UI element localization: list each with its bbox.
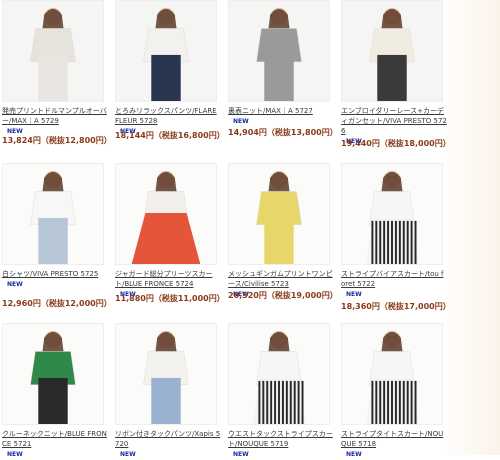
product-name: 裏表ニット/MAX｜A 5727 [228, 107, 313, 115]
product-price: 14,904円（税抜13,800円） [228, 128, 338, 137]
product-price: 20,520円（税抜19,000円） [228, 291, 338, 300]
model-image [342, 324, 442, 424]
model-image [116, 1, 216, 101]
product-price: 11,880円（税抜11,000円） [115, 294, 225, 303]
product-name: 白シャツ/VIVA PRESTO 5725 [2, 270, 99, 278]
model-image [116, 164, 216, 264]
product-name-link[interactable]: 裏表ニット/MAX｜A 5727 NEW [228, 106, 334, 127]
product-grid: 発売プリントドルマンプルオーバー/MAX｜A 5729 NEW 13,824円（… [0, 0, 500, 458]
product-photo[interactable] [341, 0, 443, 102]
product-name: 発売プリントドルマンプルオーバー/MAX｜A 5729 [2, 107, 107, 125]
product-photo[interactable] [228, 323, 330, 425]
product-name: ウエストタックストライプスカート/NOUQUE 5719 [228, 430, 333, 448]
model-image [229, 1, 329, 101]
model-image [3, 164, 103, 264]
product-photo[interactable] [2, 163, 104, 265]
new-badge: NEW [233, 118, 249, 125]
product-name: エンブロイダリーレース+カーディガンセット/VIVA PRESTO 5726 [341, 107, 447, 135]
new-badge: NEW [346, 451, 362, 458]
product-photo[interactable] [341, 163, 443, 265]
product-name: ジャガード総分プリーツスカート/BLUE FRONCE 5724 [115, 270, 213, 288]
model-image [342, 164, 442, 264]
product-photo[interactable] [2, 0, 104, 102]
new-badge: NEW [346, 291, 362, 298]
model-image [229, 164, 329, 264]
product-name: ストライプタイトスカート/NOUQUE 5718 [341, 430, 444, 448]
background-fade [440, 0, 500, 455]
model-image [342, 1, 442, 101]
new-badge: NEW [120, 451, 136, 458]
product-name-link[interactable]: 白シャツ/VIVA PRESTO 5725 NEW [2, 269, 108, 290]
product-price: 12,960円（税抜12,000円） [2, 299, 112, 308]
product-name: クルーネックニット/BLUE FRONCE 5721 [2, 430, 107, 448]
product-name-link[interactable]: クルーネックニット/BLUE FRONCE 5721 NEW [2, 429, 108, 460]
product-name-link[interactable]: ストライプバイアスカート/tou foret 5722 NEW [341, 269, 447, 300]
new-badge: NEW [233, 451, 249, 458]
model-image [3, 1, 103, 101]
product-name: とろみリラックスパンツ/FLARE FLEUR 5728 [115, 107, 217, 125]
product-name: メッシュギンガムプリントワンピース/Civilise 5723 [228, 270, 333, 288]
product-name-link[interactable]: ストライプタイトスカート/NOUQUE 5718 NEW [341, 429, 447, 460]
model-image [116, 324, 216, 424]
new-badge: NEW [7, 451, 23, 458]
product-name-link[interactable]: リボン付きタックパンツ/Xapis 5720 NEW [115, 429, 221, 460]
product-price: 13,824円（税抜12,800円） [2, 136, 112, 145]
product-price: 18,144円（税抜16,800円） [115, 131, 225, 140]
product-photo[interactable] [228, 163, 330, 265]
product-name-link[interactable]: 発売プリントドルマンプルオーバー/MAX｜A 5729 NEW [2, 106, 108, 137]
product-photo[interactable] [341, 323, 443, 425]
product-name-link[interactable]: ウエストタックストライプスカート/NOUQUE 5719 NEW [228, 429, 334, 460]
new-badge: NEW [7, 281, 23, 288]
product-name: リボン付きタックパンツ/Xapis 5720 [115, 430, 221, 448]
model-image [229, 324, 329, 424]
product-price: 18,360円（税抜17,000円） [341, 302, 451, 311]
product-photo[interactable] [115, 323, 217, 425]
product-photo[interactable] [2, 323, 104, 425]
model-image [3, 324, 103, 424]
product-photo[interactable] [115, 0, 217, 102]
product-photo[interactable] [115, 163, 217, 265]
product-price: 19,440円（税抜18,000円） [341, 139, 451, 148]
product-photo[interactable] [228, 0, 330, 102]
product-name: ストライプバイアスカート/tou foret 5722 [341, 270, 444, 288]
